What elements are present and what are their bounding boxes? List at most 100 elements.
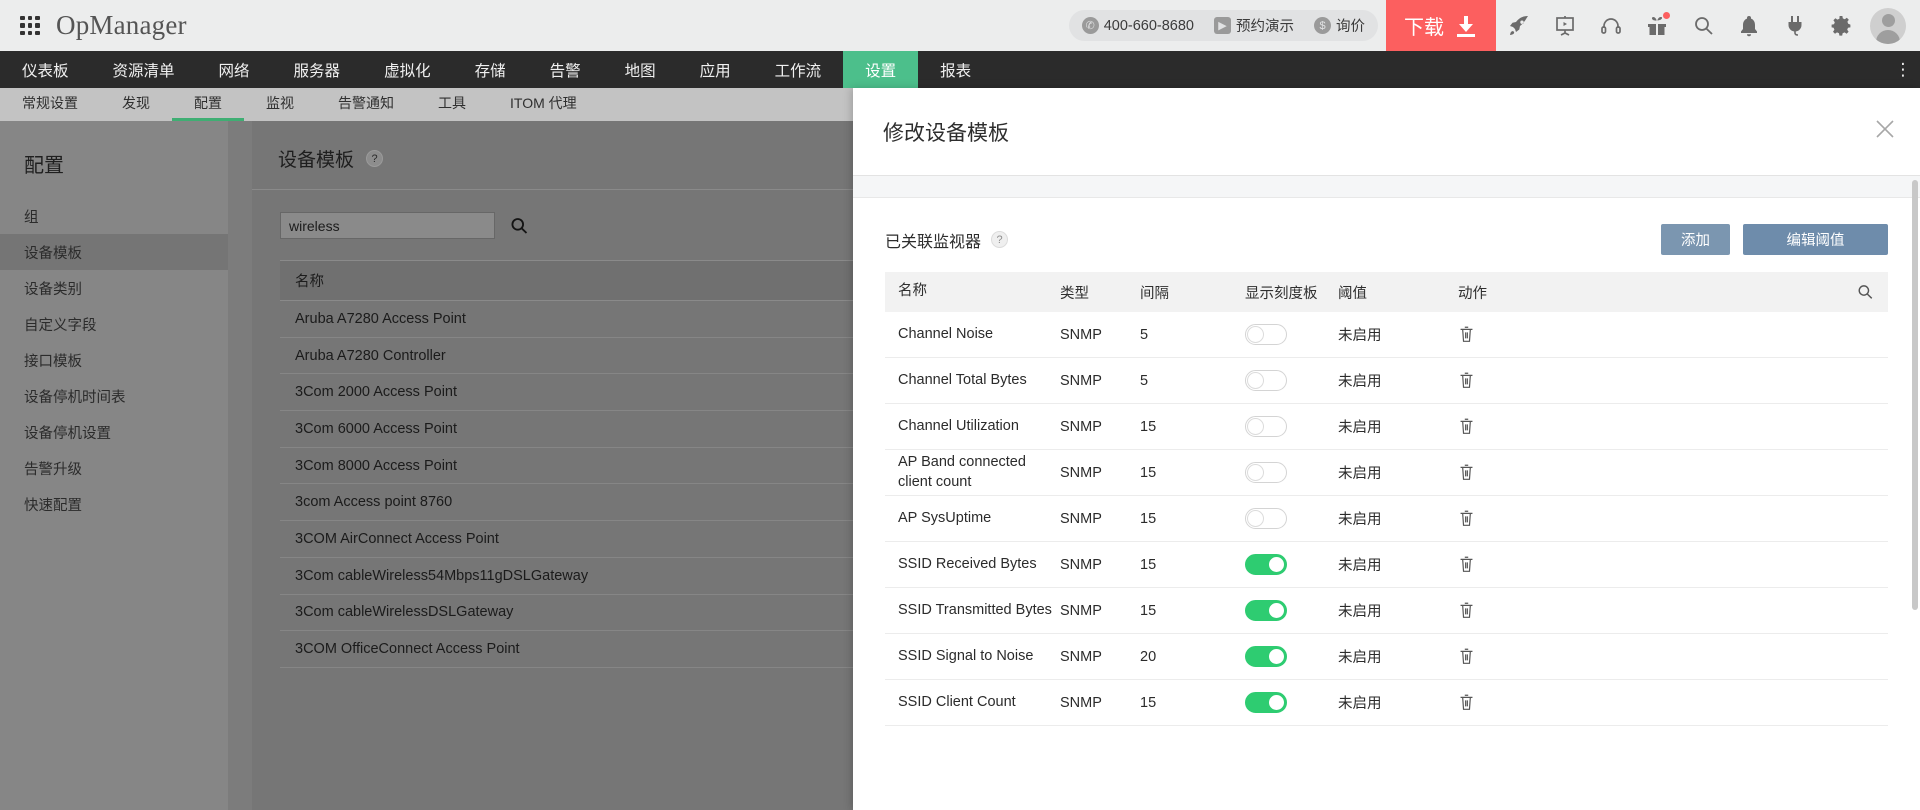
show-dial-toggle[interactable] <box>1245 646 1287 667</box>
help-icon[interactable]: ? <box>991 231 1009 248</box>
download-button[interactable]: 下载 <box>1386 0 1496 51</box>
column-header-threshold[interactable]: 阈值 <box>1338 282 1458 303</box>
cell-monitor-dial <box>1245 600 1338 621</box>
sidebar-item-downtime-settings[interactable]: 设备停机设置 <box>0 414 228 450</box>
sub-item-notifications[interactable]: 告警通知 <box>316 88 416 121</box>
sidebar-item-alarm-escalation[interactable]: 告警升级 <box>0 450 228 486</box>
presentation-icon[interactable] <box>1542 0 1588 51</box>
modal-body: 已关联监视器 ? 添加 编辑阈值 名称 类型 间隔 显示刻度板 阈值 动作 Ch… <box>853 198 1920 726</box>
cell-monitor-interval: 15 <box>1140 556 1157 573</box>
sidebar-item-custom-fields[interactable]: 自定义字段 <box>0 306 228 342</box>
rocket-icon[interactable] <box>1496 0 1542 51</box>
monitor-row[interactable]: Channel Noise SNMP 5 未启用 <box>885 312 1888 358</box>
nav-item-server[interactable]: 服务器 <box>272 51 363 88</box>
nav-item-storage[interactable]: 存储 <box>453 51 528 88</box>
trash-icon[interactable] <box>1458 371 1475 390</box>
nav-item-reports[interactable]: 报表 <box>918 51 993 88</box>
cell-monitor-threshold: 未启用 <box>1338 420 1382 436</box>
monitor-row[interactable]: AP Band connected client count SNMP 15 未… <box>885 450 1888 496</box>
nav-item-maps[interactable]: 地图 <box>603 51 678 88</box>
show-dial-toggle[interactable] <box>1245 554 1287 575</box>
trash-icon[interactable] <box>1458 647 1475 666</box>
sidebar-item-quick-config[interactable]: 快速配置 <box>0 486 228 522</box>
trash-icon[interactable] <box>1458 601 1475 620</box>
sidebar-item-downtime-schedule[interactable]: 设备停机时间表 <box>0 378 228 414</box>
monitor-row[interactable]: SSID Transmitted Bytes SNMP 15 未启用 <box>885 588 1888 634</box>
show-dial-toggle[interactable] <box>1245 370 1287 391</box>
search-input[interactable] <box>280 212 495 239</box>
sidebar-item-label: 设备类别 <box>24 281 82 298</box>
sub-item-configuration[interactable]: 配置 <box>172 88 244 121</box>
apps-grid-icon[interactable] <box>20 15 40 36</box>
show-dial-toggle[interactable] <box>1245 324 1287 345</box>
headset-icon[interactable] <box>1588 0 1634 51</box>
sub-item-itom-agent[interactable]: ITOM 代理 <box>488 88 599 121</box>
close-icon[interactable] <box>1872 116 1898 142</box>
nav-label: 报表 <box>940 62 972 80</box>
nav-label: 服务器 <box>293 62 341 80</box>
trash-icon[interactable] <box>1458 509 1475 528</box>
sub-item-tools[interactable]: 工具 <box>416 88 488 121</box>
demo-item[interactable]: ▶ 预约演示 <box>1214 15 1294 36</box>
sub-item-general[interactable]: 常规设置 <box>0 88 100 121</box>
edit-threshold-button[interactable]: 编辑阈值 <box>1743 224 1888 255</box>
nav-item-inventory[interactable]: 资源清单 <box>91 51 197 88</box>
column-header-action[interactable]: 动作 <box>1458 282 1553 303</box>
monitor-row[interactable]: Channel Utilization SNMP 15 未启用 <box>885 404 1888 450</box>
monitor-row[interactable]: Channel Total Bytes SNMP 5 未启用 <box>885 358 1888 404</box>
add-button[interactable]: 添加 <box>1661 224 1730 255</box>
nav-item-workflow[interactable]: 工作流 <box>753 51 844 88</box>
sidebar-item-interface-templates[interactable]: 接口模板 <box>0 342 228 378</box>
nav-item-virtualization[interactable]: 虚拟化 <box>362 51 453 88</box>
nav-item-alarms[interactable]: 告警 <box>528 51 603 88</box>
monitor-row[interactable]: SSID Client Count SNMP 15 未启用 <box>885 680 1888 726</box>
nav-overflow-icon[interactable]: ⋮ <box>1886 51 1920 88</box>
quote-label: 询价 <box>1336 19 1365 35</box>
quote-item[interactable]: $ 询价 <box>1314 15 1365 36</box>
sub-item-monitoring[interactable]: 监视 <box>244 88 316 121</box>
nav-item-settings[interactable]: 设置 <box>843 51 919 88</box>
show-dial-toggle[interactable] <box>1245 508 1287 529</box>
cell-monitor-interval: 15 <box>1140 602 1157 619</box>
user-avatar[interactable] <box>1870 7 1906 44</box>
nav-item-network[interactable]: 网络 <box>197 51 272 88</box>
help-icon[interactable]: ? <box>366 150 384 167</box>
show-dial-toggle[interactable] <box>1245 600 1287 621</box>
monitor-row[interactable]: SSID Received Bytes SNMP 15 未启用 <box>885 542 1888 588</box>
download-icon <box>1454 14 1478 38</box>
demo-label: 预约演示 <box>1236 19 1294 35</box>
phone-item[interactable]: ✆ 400-660-8680 <box>1081 17 1194 34</box>
show-dial-toggle[interactable] <box>1245 462 1287 483</box>
monitor-row[interactable]: AP SysUptime SNMP 15 未启用 <box>885 496 1888 542</box>
sub-item-discovery[interactable]: 发现 <box>100 88 172 121</box>
gear-icon[interactable] <box>1818 0 1864 51</box>
sidebar-item-groups[interactable]: 组 <box>0 198 228 234</box>
column-header-interval[interactable]: 间隔 <box>1140 282 1245 303</box>
sub-label: 常规设置 <box>22 95 78 111</box>
column-header-name[interactable]: 名称 <box>885 282 1060 302</box>
search-icon[interactable] <box>509 216 529 236</box>
modal-scrollbar[interactable] <box>1912 180 1918 610</box>
trash-icon[interactable] <box>1458 555 1475 574</box>
column-header-name[interactable]: 名称 <box>280 270 925 291</box>
monitor-row[interactable]: SSID Signal to Noise SNMP 20 未启用 <box>885 634 1888 680</box>
nav-item-dashboard[interactable]: 仪表板 <box>0 51 91 88</box>
sidebar-item-device-templates[interactable]: 设备模板 <box>0 234 228 270</box>
gift-icon[interactable] <box>1634 0 1680 51</box>
monitor-search-icon[interactable] <box>1856 283 1888 301</box>
show-dial-toggle[interactable] <box>1245 416 1287 437</box>
plug-icon[interactable] <box>1772 0 1818 51</box>
trash-icon[interactable] <box>1458 463 1475 482</box>
search-icon[interactable] <box>1680 0 1726 51</box>
trash-icon[interactable] <box>1458 693 1475 712</box>
nav-item-apps[interactable]: 应用 <box>678 51 753 88</box>
cell-monitor-action <box>1458 371 1553 390</box>
trash-icon[interactable] <box>1458 325 1475 344</box>
column-header-type[interactable]: 类型 <box>1060 282 1140 303</box>
sidebar-item-device-categories[interactable]: 设备类别 <box>0 270 228 306</box>
bell-icon[interactable] <box>1726 0 1772 51</box>
show-dial-toggle[interactable] <box>1245 692 1287 713</box>
cell-monitor-interval: 20 <box>1140 648 1157 665</box>
trash-icon[interactable] <box>1458 417 1475 436</box>
column-header-show-dial[interactable]: 显示刻度板 <box>1245 282 1338 303</box>
